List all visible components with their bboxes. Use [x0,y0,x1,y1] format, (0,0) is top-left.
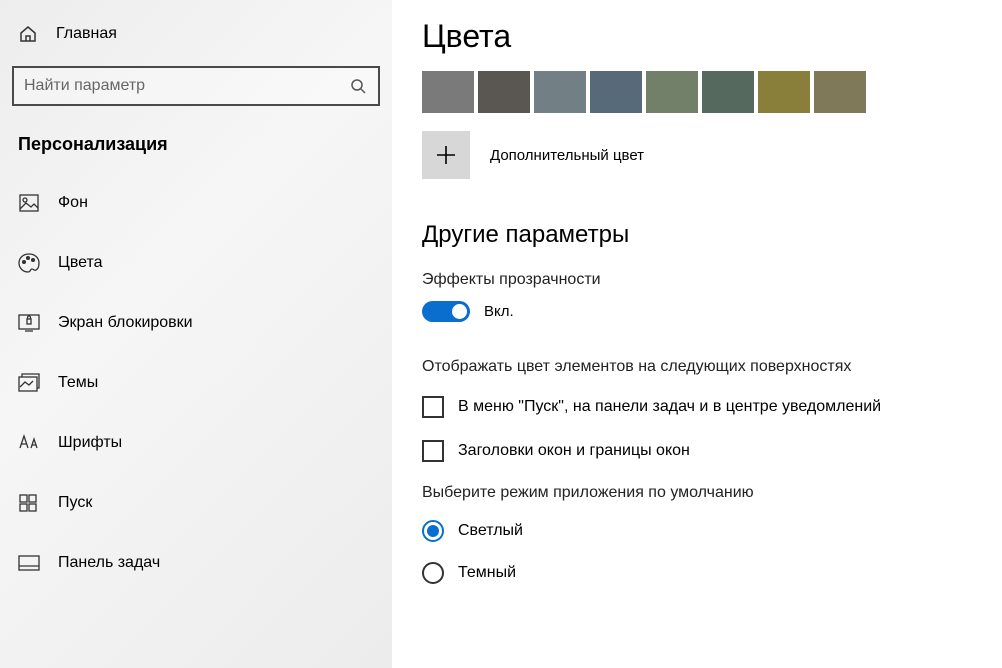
surface-heading: Отображать цвет элементов на следующих п… [422,358,972,376]
taskbar-icon [18,552,40,574]
lockscreen-icon [18,312,40,334]
checkbox-titlebars[interactable]: Заголовки окон и границы окон [422,440,972,462]
transparency-toggle[interactable] [422,301,470,322]
nav-fonts[interactable]: Шрифты [0,413,392,473]
plus-icon [422,131,470,179]
radio-icon [422,562,444,584]
main-content: Цвета Дополнительный цвет Другие парамет… [392,0,1002,668]
search-input[interactable] [24,77,338,95]
nav-colors[interactable]: Цвета [0,233,392,293]
radio-label: Светлый [458,522,523,540]
checkbox-icon [422,440,444,462]
nav-label: Экран блокировки [58,314,193,332]
other-options-heading: Другие параметры [422,221,972,249]
nav-taskbar[interactable]: Панель задач [0,533,392,593]
color-swatch[interactable] [814,71,866,113]
toggle-state-label: Вкл. [484,303,514,320]
search-icon [338,78,378,94]
nav-start[interactable]: Пуск [0,473,392,533]
nav-label: Пуск [58,494,92,512]
color-swatch[interactable] [590,71,642,113]
color-swatch[interactable] [422,71,474,113]
start-icon [18,492,40,514]
nav-themes[interactable]: Темы [0,353,392,413]
home-link[interactable]: Главная [0,12,392,56]
color-swatch[interactable] [534,71,586,113]
nav-label: Панель задач [58,554,160,572]
checkbox-start-taskbar[interactable]: В меню "Пуск", на панели задач и в центр… [422,396,972,418]
nav-lockscreen[interactable]: Экран блокировки [0,293,392,353]
color-swatch[interactable] [758,71,810,113]
transparency-label: Эффекты прозрачности [422,271,972,289]
checkbox-icon [422,396,444,418]
radio-dark[interactable]: Темный [422,562,972,584]
app-mode-heading: Выберите режим приложения по умолчанию [422,484,972,502]
section-title: Персонализация [0,106,392,173]
nav-label: Темы [58,374,98,392]
nav-background[interactable]: Фон [0,173,392,233]
home-label: Главная [56,25,117,43]
themes-icon [18,372,40,394]
color-swatch[interactable] [478,71,530,113]
radio-label: Темный [458,564,516,582]
color-swatches [422,71,972,113]
custom-color-label: Дополнительный цвет [490,147,644,164]
fonts-icon [18,432,40,454]
search-container [12,66,380,106]
nav-label: Фон [58,194,88,212]
radio-light[interactable]: Светлый [422,520,972,542]
page-title: Цвета [422,18,972,55]
nav-label: Цвета [58,254,103,272]
color-swatch[interactable] [702,71,754,113]
picture-icon [18,192,40,214]
sidebar: Главная Персонализация Фон [0,0,392,668]
checkbox-label: Заголовки окон и границы окон [458,442,690,460]
home-icon [18,24,38,44]
checkbox-label: В меню "Пуск", на панели задач и в центр… [458,398,881,416]
color-swatch[interactable] [646,71,698,113]
radio-icon [422,520,444,542]
search-box[interactable] [12,66,380,106]
palette-icon [18,252,40,274]
custom-color-button[interactable]: Дополнительный цвет [422,131,972,179]
nav-label: Шрифты [58,434,122,452]
